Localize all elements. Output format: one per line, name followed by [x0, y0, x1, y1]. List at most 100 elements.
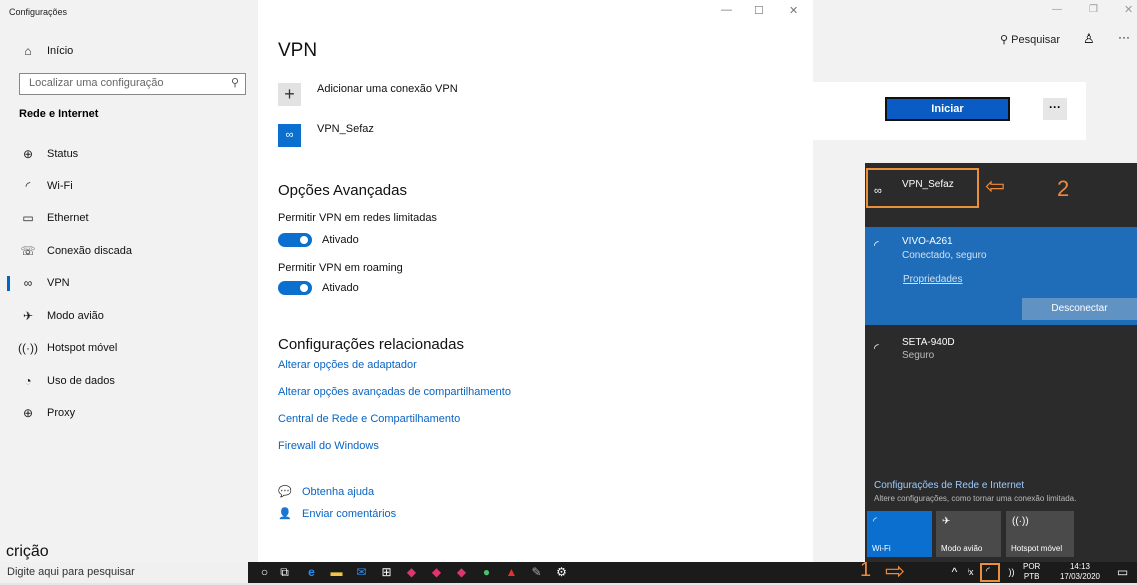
add-icon[interactable]: + — [278, 83, 301, 106]
get-help-link[interactable]: Obtenha ajuda — [302, 486, 374, 498]
network-tray-button[interactable]: ◜ — [980, 563, 1000, 582]
search-icon: ⚲ — [230, 77, 239, 89]
network-settings-link[interactable]: Configurações de Rede e Internet — [874, 480, 1024, 491]
clock[interactable]: 14:13 17/03/2020 — [1054, 562, 1106, 582]
main-content: — ☐ ✕ VPN + Adicionar uma conexão VPN ∞ … — [258, 0, 813, 562]
sidebar-item-proxy[interactable]: ⊕ Proxy — [0, 398, 258, 428]
settings-gear-icon[interactable]: ⚙ — [554, 565, 569, 580]
wifi-icon: ◜ — [874, 341, 879, 355]
feedback-link[interactable]: Enviar comentários — [302, 508, 396, 520]
vpn-connection-name[interactable]: VPN_Sefaz — [317, 123, 374, 135]
app-icon-5[interactable]: ✎ — [529, 565, 544, 580]
proxy-icon: ⊕ — [22, 406, 34, 420]
network-settings-sub: Altere configurações, como tornar uma co… — [874, 494, 1077, 503]
maximize-button[interactable]: ☐ — [754, 4, 764, 17]
taskbar-search-input[interactable]: Digite aqui para pesquisar — [0, 562, 248, 583]
bg-search-button[interactable]: ⚲ Pesquisar — [1000, 33, 1060, 46]
acrobat-icon[interactable]: ▲ — [504, 565, 519, 580]
vpn-connection-icon[interactable]: ∞ — [278, 124, 301, 147]
annotation-1: 1 — [860, 559, 872, 581]
more-options-icon[interactable]: ··· — [1118, 30, 1130, 44]
sidebar-item-ethernet[interactable]: ▭ Ethernet — [0, 203, 258, 233]
sidebar: Configurações ⌂ Início Localizar uma conf… — [0, 0, 258, 562]
related-settings-title: Configurações relacionadas — [278, 336, 464, 353]
task-view-icon[interactable]: ⧉ — [277, 565, 292, 580]
properties-link[interactable]: Propriedades — [903, 274, 962, 285]
close-button[interactable]: ✕ — [789, 4, 798, 17]
sidebar-item-home[interactable]: ⌂ Início — [0, 36, 258, 66]
add-vpn-button[interactable]: Adicionar uma conexão VPN — [317, 83, 458, 95]
wifi1-status: Conectado, seguro — [902, 250, 987, 261]
app-icon-2[interactable]: ◆ — [429, 565, 444, 580]
app-icon-1[interactable]: ◆ — [404, 565, 419, 580]
ethernet-icon: ▭ — [22, 211, 34, 225]
background-text-fragment: crição — [6, 543, 49, 560]
window-title: Configurações — [9, 7, 68, 17]
annotation-2: 2 — [1057, 176, 1070, 201]
arrow-left-icon: ⇦ — [985, 173, 1006, 200]
help-icon: 💬 — [278, 486, 292, 498]
wifi1-name: VIVO-A261 — [902, 236, 953, 247]
roaming-toggle-state: Ativado — [322, 282, 359, 294]
airplane-icon: ✈ — [22, 309, 34, 323]
minimize-button[interactable]: — — [721, 4, 732, 16]
phone-icon: ☏ — [20, 244, 36, 258]
wifi-icon: ◜ — [873, 516, 877, 527]
search-icon: ⚲ — [1000, 34, 1009, 46]
mail-icon[interactable]: ✉ — [354, 565, 369, 580]
sidebar-item-wifi[interactable]: ◜ Wi-Fi — [0, 171, 258, 201]
data-usage-icon: ◔ — [24, 374, 32, 388]
sidebar-item-data-usage[interactable]: ◔ Uso de dados — [0, 366, 258, 396]
metered-toggle-state: Ativado — [322, 234, 359, 246]
hotspot-icon: ((·)) — [1012, 516, 1029, 527]
sidebar-item-hotspot[interactable]: ((·)) Hotspot móvel — [0, 333, 258, 363]
sidebar-item-vpn[interactable]: ∞ VPN — [0, 268, 258, 298]
notification-icon[interactable]: ▭ — [1115, 565, 1130, 580]
advanced-options-title: Opções Avançadas — [278, 182, 407, 199]
card-more-button[interactable]: ··· — [1043, 98, 1067, 120]
sidebar-item-airplane[interactable]: ✈ Modo avião — [0, 301, 258, 331]
add-person-icon[interactable]: ♙ — [1083, 31, 1095, 47]
firewall-link[interactable]: Firewall do Windows — [278, 440, 379, 452]
ime-icon[interactable]: ⁱx — [963, 565, 978, 580]
tile-hotspot[interactable]: ((·)) Hotspot móvel — [1006, 511, 1074, 557]
roaming-option-label: Permitir VPN em roaming — [278, 262, 403, 274]
metered-toggle[interactable] — [278, 233, 312, 247]
vpn-icon: ∞ — [874, 185, 882, 197]
adapter-options-link[interactable]: Alterar opções de adaptador — [278, 359, 417, 371]
sidebar-item-dialup[interactable]: ☏ Conexão discada — [0, 236, 258, 266]
network-center-link[interactable]: Central de Rede e Compartilhamento — [278, 413, 460, 425]
store-icon[interactable]: ⊞ — [379, 565, 394, 580]
app-icon-3[interactable]: ◆ — [454, 565, 469, 580]
roaming-toggle[interactable] — [278, 281, 312, 295]
arrow-right-icon: ⇨ — [885, 558, 906, 585]
settings-search-input[interactable]: Localizar uma configuração ⚲ — [19, 73, 246, 95]
app-icon-4[interactable]: ● — [479, 565, 494, 580]
language-indicator[interactable]: POR PTB — [1023, 562, 1040, 582]
page-title: VPN — [278, 40, 318, 61]
settings-window: Configurações ⌂ Início Localizar uma conf… — [0, 0, 813, 562]
tile-wifi[interactable]: ◜ Wi-Fi — [867, 511, 932, 557]
bg-close-button[interactable]: ✕ — [1124, 3, 1133, 16]
sharing-options-link[interactable]: Alterar opções avançadas de compartilham… — [278, 386, 511, 398]
chevron-up-icon[interactable]: ^ — [947, 565, 962, 580]
start-button[interactable]: Iniciar — [885, 97, 1010, 121]
bg-maximize-button[interactable]: ❐ — [1089, 4, 1098, 15]
bg-minimize-button[interactable]: — — [1052, 4, 1062, 15]
hotspot-icon: ((·)) — [18, 341, 38, 355]
wifi-icon: ◜ — [25, 179, 31, 193]
explorer-icon[interactable]: ▬ — [329, 565, 344, 580]
home-icon: ⌂ — [24, 44, 32, 58]
cortana-icon[interactable]: ○ — [257, 565, 272, 580]
feedback-icon: 👤 — [278, 508, 292, 520]
section-title: Rede e Internet — [19, 108, 99, 120]
edge-icon[interactable]: e — [304, 565, 319, 580]
sidebar-item-status[interactable]: ⊕ Status — [0, 139, 258, 169]
wifi-icon: ◜ — [986, 566, 990, 577]
wifi2-name[interactable]: SETA-940D — [902, 337, 955, 348]
globe-icon: ⊕ — [22, 147, 34, 161]
tile-airplane[interactable]: ✈ Modo avião — [936, 511, 1001, 557]
flyout-vpn-name: VPN_Sefaz — [902, 179, 954, 190]
disconnect-button[interactable]: Desconectar — [1022, 298, 1137, 320]
volume-icon[interactable]: )) — [1004, 565, 1019, 580]
